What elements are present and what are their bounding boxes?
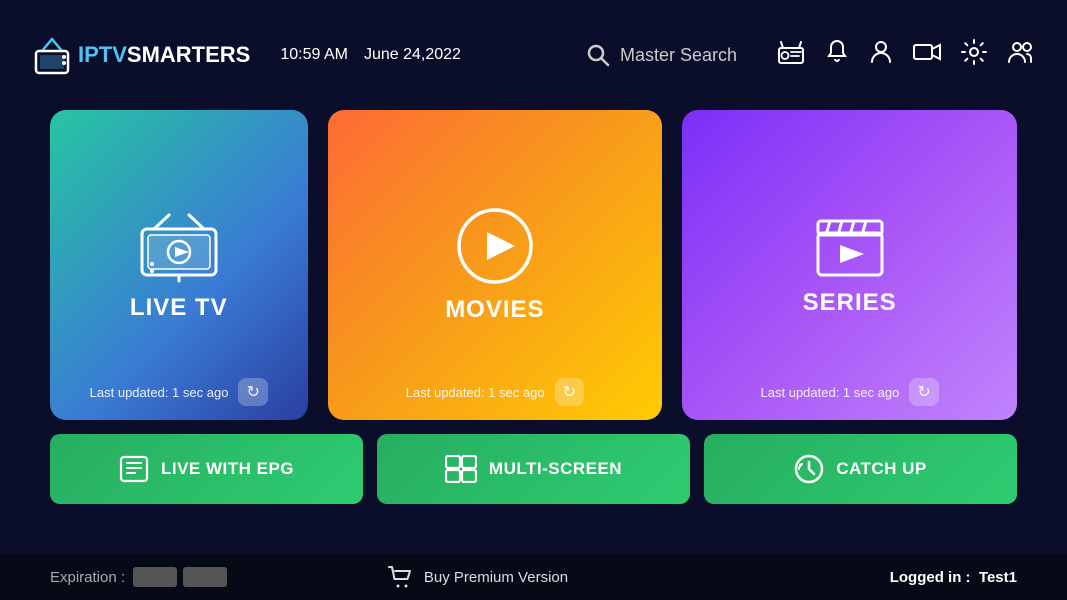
catchup-label: CATCH UP bbox=[836, 459, 927, 479]
logo-icon bbox=[30, 33, 74, 77]
movies-card[interactable]: MOVIES Last updated: 1 sec ago ↻ bbox=[328, 110, 663, 420]
username: Test1 bbox=[979, 569, 1017, 586]
search-bar[interactable]: Master Search bbox=[586, 43, 737, 67]
search-label: Master Search bbox=[620, 45, 737, 66]
live-epg-label: LIVE WITH EPG bbox=[161, 459, 294, 479]
series-card[interactable]: SERIES Last updated: 1 sec ago ↻ bbox=[682, 110, 1017, 420]
radio-icon[interactable] bbox=[777, 40, 805, 71]
series-footer: Last updated: 1 sec ago ↻ bbox=[682, 378, 1017, 406]
live-tv-title: LIVE TV bbox=[130, 294, 228, 322]
header-icons bbox=[777, 39, 1037, 72]
footer: Expiration : Buy Premium Version Logged … bbox=[0, 554, 1067, 600]
catchup-icon bbox=[794, 454, 824, 484]
rec-icon[interactable] bbox=[913, 41, 941, 70]
main-content: LIVE TV Last updated: 1 sec ago ↻ MOVIES… bbox=[0, 110, 1067, 504]
multiscreen-label: MULTI-SCREEN bbox=[489, 459, 622, 479]
multiscreen-icon bbox=[445, 455, 477, 483]
movies-icon bbox=[455, 206, 535, 286]
group-icon[interactable] bbox=[1007, 39, 1037, 72]
expiry-blocks bbox=[133, 567, 227, 587]
movies-refresh[interactable]: ↻ bbox=[555, 378, 584, 406]
series-refresh[interactable]: ↻ bbox=[909, 378, 938, 406]
multiscreen-button[interactable]: MULTI-SCREEN bbox=[377, 434, 690, 504]
live-tv-icon bbox=[134, 209, 224, 284]
movies-title: MOVIES bbox=[445, 296, 544, 324]
movies-footer: Last updated: 1 sec ago ↻ bbox=[328, 378, 663, 406]
expiry-block-1 bbox=[133, 567, 177, 587]
live-tv-footer: Last updated: 1 sec ago ↻ bbox=[50, 378, 308, 406]
live-epg-button[interactable]: LIVE WITH EPG bbox=[50, 434, 363, 504]
buy-premium-button[interactable]: Buy Premium Version bbox=[388, 565, 568, 589]
buy-premium-label: Buy Premium Version bbox=[424, 569, 568, 586]
expiry-block-2 bbox=[183, 567, 227, 587]
header: IPTVSMARTERS 10:59 AM June 24,2022 Maste… bbox=[0, 0, 1067, 110]
bottom-buttons-row: LIVE WITH EPG MULTI-SCREEN CATCH UP bbox=[50, 434, 1017, 504]
search-icon bbox=[586, 43, 610, 67]
time: 10:59 AM bbox=[280, 46, 348, 64]
bell-icon[interactable] bbox=[825, 39, 849, 72]
expiration-label: Expiration : bbox=[50, 569, 125, 586]
footer-user: Logged in : Test1 bbox=[890, 569, 1017, 586]
live-tv-refresh[interactable]: ↻ bbox=[238, 378, 267, 406]
footer-expiration: Expiration : bbox=[50, 567, 227, 587]
live-tv-card[interactable]: LIVE TV Last updated: 1 sec ago ↻ bbox=[50, 110, 308, 420]
epg-icon bbox=[119, 455, 149, 483]
datetime: 10:59 AM June 24,2022 bbox=[280, 46, 461, 64]
series-title: SERIES bbox=[803, 289, 897, 317]
catchup-button[interactable]: CATCH UP bbox=[704, 434, 1017, 504]
logo: IPTVSMARTERS bbox=[30, 33, 250, 77]
settings-icon[interactable] bbox=[961, 39, 987, 72]
user-icon[interactable] bbox=[869, 39, 893, 72]
series-icon bbox=[814, 213, 886, 279]
cart-icon bbox=[388, 565, 414, 589]
logo-text: IPTVSMARTERS bbox=[78, 42, 250, 68]
date: June 24,2022 bbox=[364, 46, 461, 64]
top-cards-row: LIVE TV Last updated: 1 sec ago ↻ MOVIES… bbox=[50, 110, 1017, 420]
